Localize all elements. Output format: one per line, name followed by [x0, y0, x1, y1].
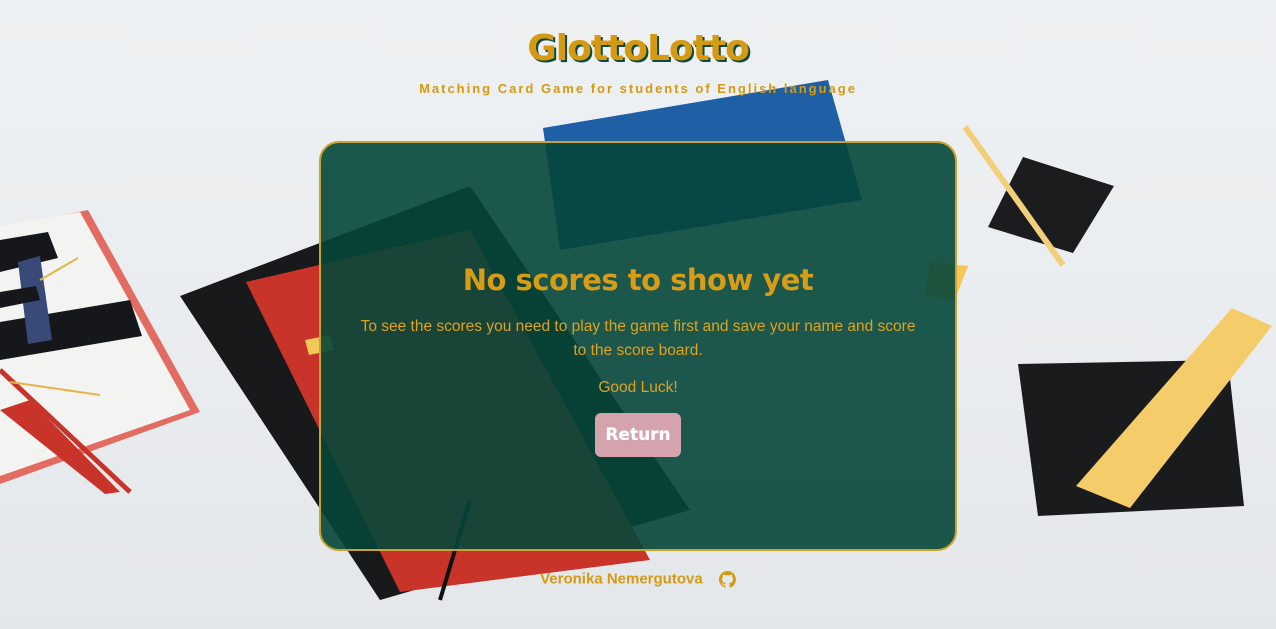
github-icon[interactable]	[718, 570, 736, 588]
author-name: Veronika Nemergutova	[540, 570, 703, 588]
return-button[interactable]: Return	[595, 413, 681, 457]
site-subtitle: Matching Card Game for students of Engli…	[419, 81, 857, 96]
site-footer: Veronika Nemergutova	[0, 570, 1276, 588]
site-title: GlottoLotto	[527, 28, 750, 69]
no-scores-panel: No scores to show yet To see the scores …	[319, 141, 957, 551]
good-luck-text: Good Luck!	[598, 379, 678, 396]
site-header: GlottoLotto Matching Card Game for stude…	[0, 28, 1276, 96]
panel-heading: No scores to show yet	[462, 263, 814, 297]
panel-message: To see the scores you need to play the g…	[360, 318, 916, 359]
